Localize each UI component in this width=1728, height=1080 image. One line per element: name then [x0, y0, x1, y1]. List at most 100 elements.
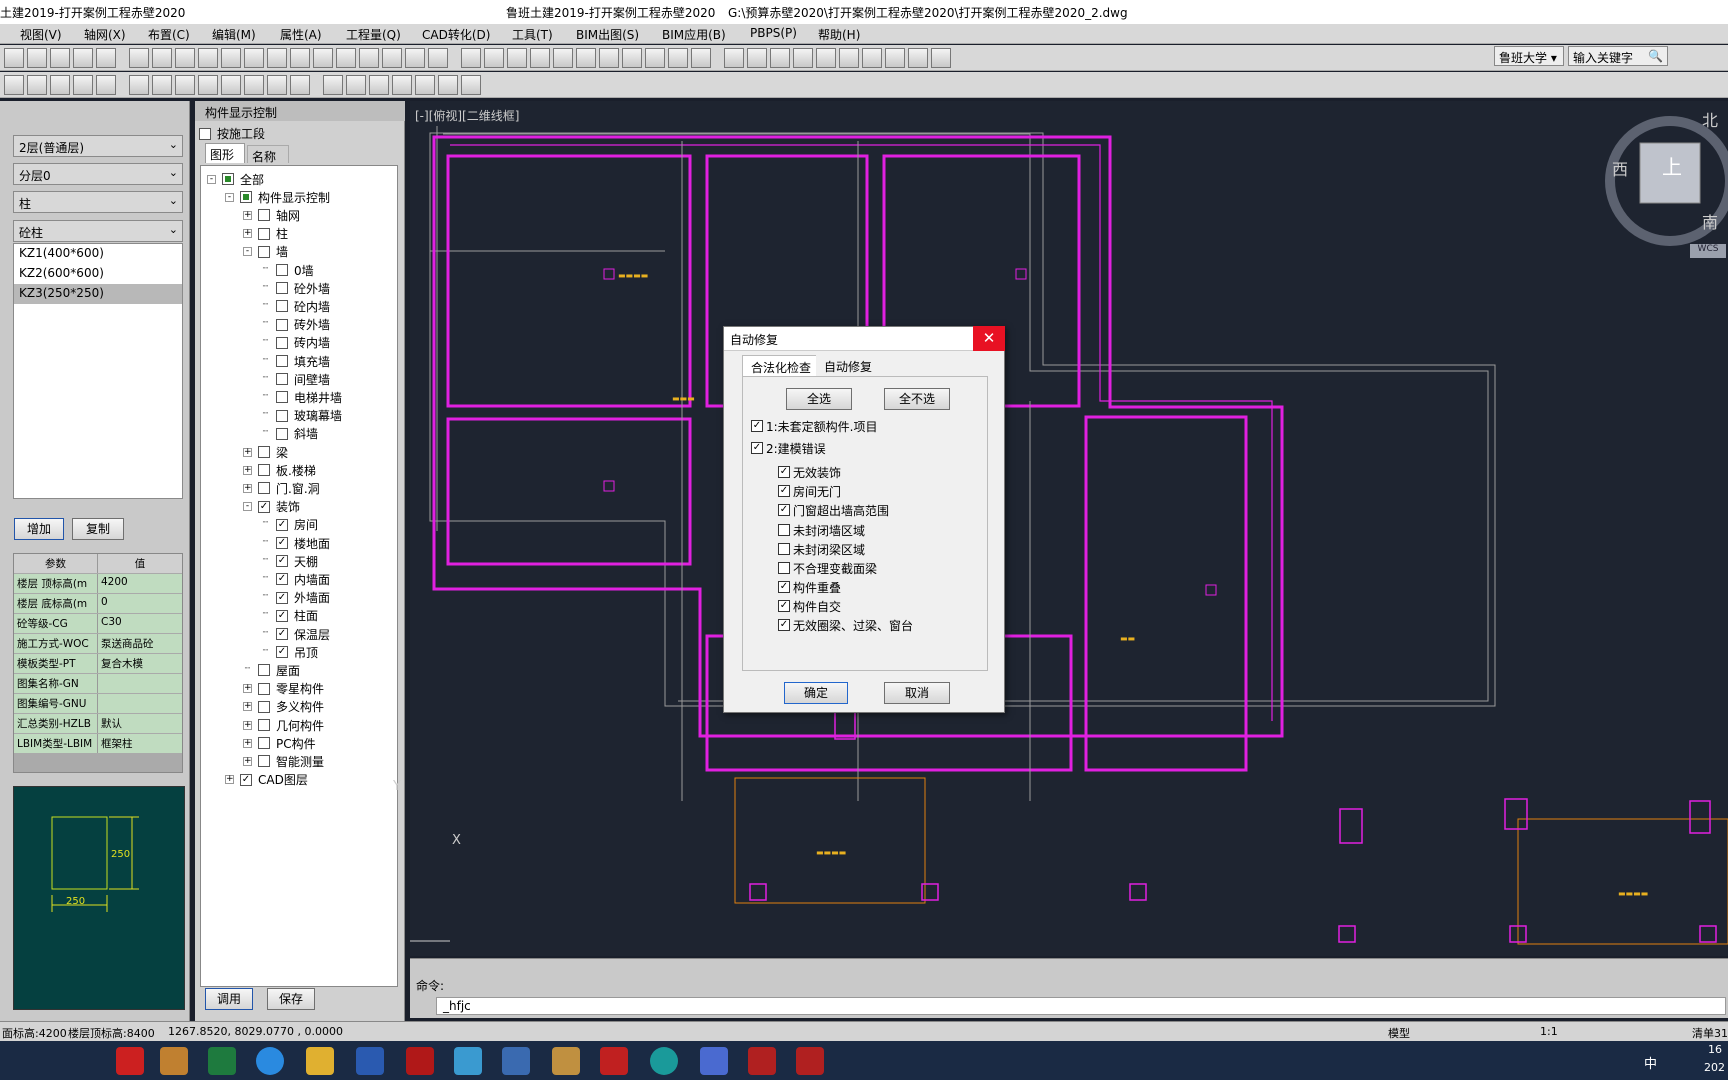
checkbox-icon[interactable]	[276, 427, 288, 440]
toolbar-tool-icon[interactable]	[392, 75, 412, 95]
toolbar-tool-icon[interactable]	[50, 75, 70, 95]
checkbox-icon[interactable]	[276, 373, 288, 386]
checkbox-icon[interactable]	[258, 209, 270, 222]
table-row[interactable]: 砼等级-CG C30	[14, 614, 182, 634]
checkbox-icon[interactable]	[258, 464, 270, 477]
checkbox-icon[interactable]	[778, 504, 790, 516]
tree-node[interactable]: + CAD图层	[225, 771, 308, 789]
check-item[interactable]: 2:建模错误	[751, 440, 826, 456]
toolbar-tool-icon[interactable]	[668, 48, 688, 68]
checkbox-icon[interactable]	[276, 591, 288, 604]
add-button[interactable]: 增加	[14, 518, 64, 540]
tree-node[interactable]: ┈ 楼地面	[261, 534, 330, 552]
menu-item[interactable]: 轴网(X)	[84, 26, 126, 43]
check-item[interactable]: 构件自交	[778, 598, 841, 614]
table-row[interactable]: 图集编号-GNU	[14, 694, 182, 714]
toolbar-tool-icon[interactable]	[4, 48, 24, 68]
checkbox-icon[interactable]	[276, 282, 288, 295]
tree-node[interactable]: ┈ 外墙面	[261, 589, 330, 607]
checkbox-icon[interactable]	[751, 442, 763, 454]
toolbar-tool-icon[interactable]	[96, 48, 116, 68]
expand-icon[interactable]: +	[243, 229, 252, 239]
checkbox-icon[interactable]	[258, 500, 270, 513]
toolbar-tool-icon[interactable]	[290, 75, 310, 95]
search-input[interactable]: 输入关键字 🔍	[1568, 46, 1668, 66]
checkbox-icon[interactable]	[276, 300, 288, 313]
check-item[interactable]: 无效装饰	[778, 464, 841, 480]
tree-node[interactable]: ┈ 间壁墙	[261, 370, 330, 388]
tree-node[interactable]: ┈ 天棚	[261, 552, 318, 570]
menu-item[interactable]: 布置(C)	[148, 26, 190, 43]
tab-name[interactable]: 名称	[247, 145, 289, 164]
tree-node[interactable]: ┈ 砖内墙	[261, 334, 330, 352]
toolbar-tool-icon[interactable]	[576, 48, 596, 68]
tree-node[interactable]: ┈ 柱面	[261, 607, 318, 625]
expand-icon[interactable]: +	[243, 702, 252, 712]
luban-icon[interactable]	[796, 1047, 824, 1075]
expand-icon[interactable]: +	[243, 738, 252, 748]
menu-item[interactable]: CAD转化(D)	[422, 26, 490, 43]
list-item[interactable]: KZ1(400*600)	[14, 244, 182, 264]
app-icon[interactable]	[160, 1047, 188, 1075]
checkbox-icon[interactable]	[778, 466, 790, 478]
toolbar-tool-icon[interactable]	[244, 75, 264, 95]
app-icon[interactable]	[552, 1047, 580, 1075]
toolbar-tool-icon[interactable]	[530, 48, 550, 68]
tree-node[interactable]: -墙	[243, 243, 288, 261]
toolbar-tool-icon[interactable]	[622, 48, 642, 68]
toolbar-tool-icon[interactable]	[244, 48, 264, 68]
table-row[interactable]: 汇总类别-HZLB 默认	[14, 714, 182, 734]
menu-item[interactable]: 编辑(M)	[212, 26, 256, 43]
expand-icon[interactable]: -	[207, 174, 216, 184]
apply-button[interactable]: 调用	[205, 988, 253, 1010]
list-item[interactable]: KZ2(600*600)	[14, 264, 182, 284]
tree-node[interactable]: ┈ 玻璃幕墙	[261, 407, 342, 425]
pdf-icon[interactable]	[406, 1047, 434, 1075]
toolbar-tool-icon[interactable]	[507, 48, 527, 68]
expand-icon[interactable]: +	[243, 684, 252, 694]
toolbar-tool-icon[interactable]	[175, 75, 195, 95]
search-icon[interactable]: 🔍	[1648, 49, 1663, 63]
checkbox-icon[interactable]	[258, 446, 270, 458]
tab-graphic[interactable]: 图形	[205, 143, 245, 163]
toolbar-tool-icon[interactable]	[908, 48, 928, 68]
toolbar-tool-icon[interactable]	[336, 48, 356, 68]
check-item[interactable]: 未封闭墙区域	[778, 522, 865, 538]
toolbar-tool-icon[interactable]	[290, 48, 310, 68]
table-row[interactable]: 模板类型-PT 复合木模	[14, 654, 182, 674]
tree-node[interactable]: ┈ 内墙面	[261, 570, 330, 588]
toolbar-tool-icon[interactable]	[770, 48, 790, 68]
menu-item[interactable]: BIM出图(S)	[576, 26, 639, 43]
app-icon[interactable]	[700, 1047, 728, 1075]
checkbox-icon[interactable]	[276, 264, 288, 276]
folder-icon[interactable]	[306, 1047, 334, 1075]
checkbox-icon[interactable]	[276, 609, 288, 622]
checkbox-icon[interactable]	[751, 420, 763, 432]
tree-node[interactable]: ┈ 砼内墙	[261, 297, 330, 315]
checkbox-icon[interactable]	[258, 227, 270, 240]
tree-node[interactable]: + 零星构件	[243, 680, 324, 698]
expand-icon[interactable]: -	[225, 192, 234, 202]
subtype-select[interactable]: 砼柱 ⌄	[13, 220, 183, 242]
view-cube-top[interactable]: 上	[1662, 151, 1682, 180]
checkbox-icon[interactable]	[778, 543, 790, 555]
tab-auto-repair[interactable]: 自动修复	[816, 355, 881, 377]
checkbox-icon[interactable]	[276, 409, 288, 422]
menu-item[interactable]: BIM应用(B)	[662, 26, 726, 43]
annotation-scale[interactable]: 1:1	[1540, 1025, 1558, 1038]
word-icon[interactable]	[356, 1047, 384, 1075]
wcs-badge[interactable]: WCS	[1690, 244, 1726, 258]
checkbox-icon[interactable]	[276, 336, 288, 349]
toolbar-tool-icon[interactable]	[198, 48, 218, 68]
toolbar-tool-icon[interactable]	[27, 48, 47, 68]
check-item[interactable]: 房间无门	[778, 483, 841, 499]
toolbar-tool-icon[interactable]	[793, 48, 813, 68]
floor-select[interactable]: 2层(普通层) ⌄	[13, 135, 183, 157]
tree-node[interactable]: + PC构件	[243, 734, 316, 752]
toolbar-tool-icon[interactable]	[428, 48, 448, 68]
toolbar-tool-icon[interactable]	[816, 48, 836, 68]
menu-item[interactable]: 工具(T)	[512, 26, 553, 43]
excel-icon[interactable]	[208, 1047, 236, 1075]
check-item[interactable]: 构件重叠	[778, 579, 841, 595]
command-input[interactable]: _hfjc	[436, 997, 1726, 1015]
